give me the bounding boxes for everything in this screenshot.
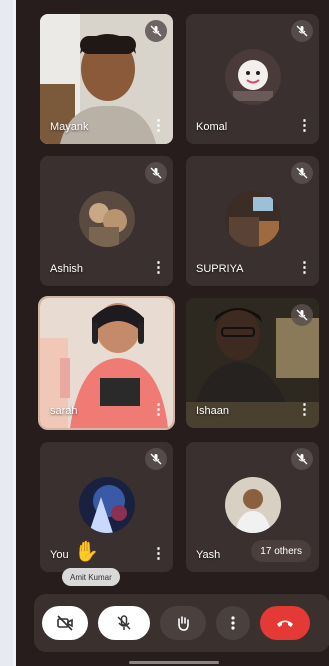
raise-hand-button[interactable] <box>160 606 206 640</box>
participant-name: Ishaan <box>196 405 230 417</box>
participant-avatar <box>78 477 135 533</box>
more-options-button[interactable] <box>216 606 250 640</box>
mic-off-icon <box>145 162 167 184</box>
more-vert-icon <box>231 616 235 630</box>
participant-tile-ishaan[interactable]: Ishaan ⋮ <box>186 298 319 428</box>
more-options-icon[interactable]: ⋮ <box>297 118 312 134</box>
participant-name: sarah <box>50 405 78 417</box>
more-options-icon[interactable]: ⋮ <box>151 118 166 134</box>
participant-avatar <box>224 49 281 105</box>
call-controls-toolbar <box>34 594 329 652</box>
mic-off-icon <box>291 20 313 42</box>
participant-name: Mayank <box>50 121 89 133</box>
raised-hand-tooltip: Amit Kumar <box>62 568 120 586</box>
participant-tile-you[interactable]: You ✋ ⋮ <box>40 442 173 572</box>
camera-toggle-button[interactable] <box>42 606 88 640</box>
participant-tile-ashish[interactable]: Ashish ⋮ <box>40 156 173 286</box>
mic-off-icon <box>117 615 131 630</box>
mic-off-icon <box>145 20 167 42</box>
more-options-icon[interactable]: ⋮ <box>151 260 166 276</box>
end-call-button[interactable] <box>260 606 310 640</box>
more-options-icon[interactable]: ⋮ <box>151 546 166 562</box>
mic-off-icon <box>291 448 313 470</box>
more-options-icon[interactable]: ⋮ <box>297 402 312 418</box>
participant-name: Komal <box>196 121 228 133</box>
participant-avatar <box>224 477 281 533</box>
raised-hand-icon: ✋ <box>74 541 99 563</box>
mic-off-icon <box>291 304 313 326</box>
participant-tile-yash[interactable]: Yash 17 others <box>186 442 319 572</box>
mic-off-icon <box>145 448 167 470</box>
raise-hand-icon <box>178 616 189 631</box>
participant-tile-sarah[interactable]: sarah ⋮ <box>38 296 175 430</box>
participant-tile-supriya[interactable]: SUPRIYA ⋮ <box>186 156 319 286</box>
participant-avatar <box>224 191 281 247</box>
home-indicator[interactable] <box>129 661 219 664</box>
others-count-button[interactable]: 17 others <box>251 540 311 562</box>
mic-off-icon <box>291 162 313 184</box>
participant-name: Ashish <box>50 263 84 275</box>
more-options-icon[interactable]: ⋮ <box>297 260 312 276</box>
mic-toggle-button[interactable] <box>98 606 150 640</box>
end-call-icon <box>277 620 293 627</box>
participant-name: Yash <box>196 549 221 561</box>
participant-avatar <box>78 191 135 247</box>
participant-tile-mayank[interactable]: Mayank ⋮ <box>40 14 173 144</box>
participant-name: You <box>50 549 69 561</box>
meeting-screen: Mayank ⋮ Komal ⋮ Ashish ⋮ SUPRIYA ⋮ sara… <box>13 0 329 666</box>
participant-tile-komal[interactable]: Komal ⋮ <box>186 14 319 144</box>
camera-off-icon <box>57 615 73 631</box>
more-options-icon[interactable]: ⋮ <box>151 402 166 418</box>
participant-name: SUPRIYA <box>196 263 244 275</box>
